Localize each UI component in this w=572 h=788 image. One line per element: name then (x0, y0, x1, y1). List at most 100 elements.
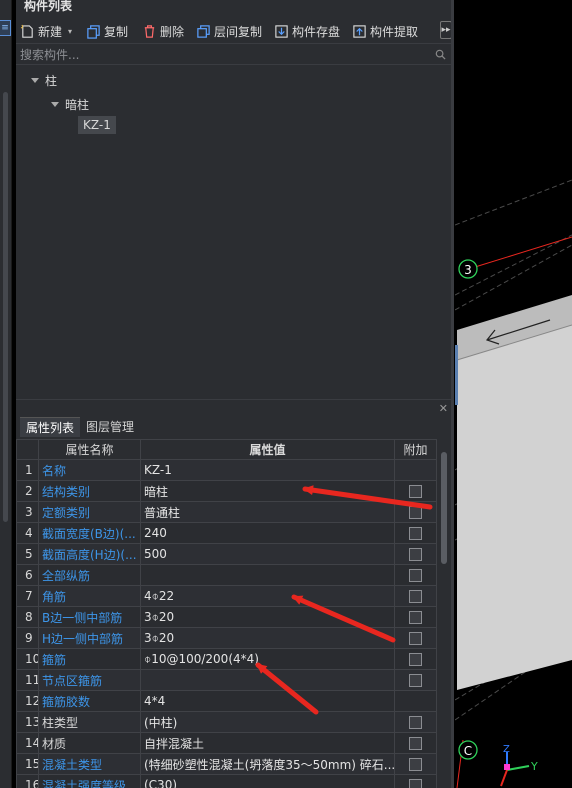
property-value[interactable]: ⌽10@100/200(4*4) (140, 648, 395, 670)
tree-node-column[interactable]: 柱 (31, 72, 57, 89)
property-row[interactable]: 3 定额类别 普通柱 (16, 501, 437, 523)
grid-header-value[interactable]: 属性值 (140, 439, 395, 460)
property-row[interactable]: 6 全部纵筋 (16, 564, 437, 586)
property-value[interactable]: 3⌽20 (140, 627, 395, 649)
side-panel-icon[interactable]: ≡ (0, 20, 11, 36)
property-value[interactable]: 自拌混凝土 (140, 732, 395, 754)
toolbar: 新建 ▾ 复制 删除 层间复制 构件存盘 构件提取 ▸▸ (16, 16, 454, 44)
row-number: 6 (16, 564, 39, 586)
property-value[interactable]: 4⌽22 (140, 585, 395, 607)
extra-checkbox[interactable] (409, 632, 422, 645)
grid-header-extra[interactable]: 附加 (394, 439, 437, 460)
property-name[interactable]: 柱类型 (38, 711, 141, 733)
extra-checkbox[interactable] (409, 737, 422, 750)
property-name[interactable]: 箍筋 (38, 648, 141, 670)
expand-caret-icon[interactable] (51, 102, 59, 107)
property-name[interactable]: 混凝土类型 (38, 753, 141, 775)
expand-caret-icon[interactable] (31, 78, 39, 83)
property-value[interactable]: (特细砂塑性混凝土(坍落度35～50mm) 碎石... (140, 753, 395, 775)
property-value[interactable]: 3⌽20 (140, 606, 395, 628)
extra-checkbox[interactable] (409, 506, 422, 519)
tree-node-kz1[interactable]: KZ-1 (78, 116, 116, 134)
extra-checkbox[interactable] (409, 590, 422, 603)
3d-viewport[interactable]: 3 C Z Y (455, 0, 572, 788)
property-row[interactable]: 2 结构类别 暗柱 (16, 480, 437, 502)
property-value[interactable]: (C30) (140, 774, 395, 788)
close-icon[interactable]: ✕ (439, 402, 448, 415)
property-value[interactable] (140, 564, 395, 586)
property-name[interactable]: B边一侧中部筋 (38, 606, 141, 628)
property-row[interactable]: 13柱类型(中柱) (16, 711, 437, 733)
extra-checkbox[interactable] (409, 527, 422, 540)
extra-checkbox[interactable] (409, 758, 422, 771)
property-value[interactable]: (中柱) (140, 711, 395, 733)
property-row[interactable]: 7 角筋 4⌽22 (16, 585, 437, 607)
grid-header-name[interactable]: 属性名称 (38, 439, 141, 460)
property-name[interactable]: 定额类别 (38, 501, 141, 523)
extra-checkbox[interactable] (409, 674, 422, 687)
search-input[interactable] (16, 45, 426, 64)
property-value[interactable]: 普通柱 (140, 501, 395, 523)
property-name[interactable]: 角筋 (38, 585, 141, 607)
new-button[interactable]: 新建 ▾ (20, 22, 72, 40)
property-name[interactable]: H边一侧中部筋 (38, 627, 141, 649)
panel-splitter[interactable]: ✕ (16, 400, 454, 416)
row-number: 8 (16, 606, 39, 628)
property-row[interactable]: 4 截面宽度(B边)(... 240 (16, 522, 437, 544)
property-row[interactable]: 5 截面高度(H边)(... 500 (16, 543, 437, 565)
property-value[interactable]: 4*4 (140, 690, 395, 712)
property-grid: 属性名称 属性值 附加 1 名称 KZ-1 2 结构类别 暗柱 3 定额类别 普通柱 4 截面宽度(… (16, 439, 437, 788)
extract-component-button[interactable]: 构件提取 (352, 22, 418, 40)
property-value[interactable]: 暗柱 (140, 480, 395, 502)
row-number: 7 (16, 585, 39, 607)
property-name[interactable]: 截面宽度(B边)(... (38, 522, 141, 544)
dropdown-arrow-icon[interactable]: ▾ (68, 27, 72, 36)
extra-checkbox[interactable] (409, 779, 422, 788)
row-number: 5 (16, 543, 39, 565)
save-component-button[interactable]: 构件存盘 (274, 22, 340, 40)
extract-component-icon (353, 24, 366, 38)
grid-scrollbar[interactable] (440, 452, 448, 788)
left-scrollbar[interactable] (3, 92, 8, 522)
property-row[interactable]: 16混凝土强度等级(C30) (16, 774, 437, 788)
extra-checkbox[interactable] (409, 653, 422, 666)
tab-property-list[interactable]: 属性列表 (20, 417, 81, 437)
copy-button[interactable]: 复制 (86, 22, 128, 40)
row-number: 13 (16, 711, 39, 733)
extra-checkbox[interactable] (409, 485, 422, 498)
extra-checkbox[interactable] (409, 569, 422, 582)
property-value[interactable] (140, 669, 395, 691)
property-name[interactable]: 结构类别 (38, 480, 141, 502)
tree-node-label: KZ-1 (83, 118, 111, 132)
property-name[interactable]: 截面高度(H边)(... (38, 543, 141, 565)
search-icon[interactable] (435, 49, 446, 60)
property-row[interactable]: 12箍筋胶数4*4 (16, 690, 437, 712)
property-row[interactable]: 14材质自拌混凝土 (16, 732, 437, 754)
property-name[interactable]: 箍筋胶数 (38, 690, 141, 712)
viewport-canvas[interactable]: 3 C Z Y (455, 0, 572, 788)
property-row[interactable]: 15混凝土类型(特细砂塑性混凝土(坍落度35～50mm) 碎石... (16, 753, 437, 775)
property-name[interactable]: 名称 (38, 459, 141, 481)
extra-checkbox[interactable] (409, 716, 422, 729)
property-name[interactable]: 全部纵筋 (38, 564, 141, 586)
extra-checkbox[interactable] (409, 611, 422, 624)
delete-button[interactable]: 删除 (142, 22, 184, 40)
property-row[interactable]: 10箍筋⌽10@100/200(4*4) (16, 648, 437, 670)
property-name[interactable]: 混凝土强度等级 (38, 774, 141, 788)
row-number: 1 (16, 459, 39, 481)
property-name[interactable]: 节点区箍筋 (38, 669, 141, 691)
property-row[interactable]: 9 H边一侧中部筋 3⌽20 (16, 627, 437, 649)
tab-layer-management[interactable]: 图层管理 (80, 417, 140, 437)
grid-axis-label-c: C (464, 744, 472, 758)
property-row[interactable]: 8 B边一侧中部筋 3⌽20 (16, 606, 437, 628)
tree-node-hidden-column[interactable]: 暗柱 (51, 96, 89, 113)
floor-copy-button[interactable]: 层间复制 (196, 22, 262, 40)
property-value[interactable]: 500 (140, 543, 395, 565)
extra-checkbox[interactable] (409, 548, 422, 561)
grid-scrollbar-thumb[interactable] (441, 452, 447, 564)
property-value[interactable]: 240 (140, 522, 395, 544)
property-row[interactable]: 1 名称 KZ-1 (16, 459, 437, 481)
property-row[interactable]: 11节点区箍筋 (16, 669, 437, 691)
property-name[interactable]: 材质 (38, 732, 141, 754)
property-value[interactable]: KZ-1 (140, 459, 395, 481)
